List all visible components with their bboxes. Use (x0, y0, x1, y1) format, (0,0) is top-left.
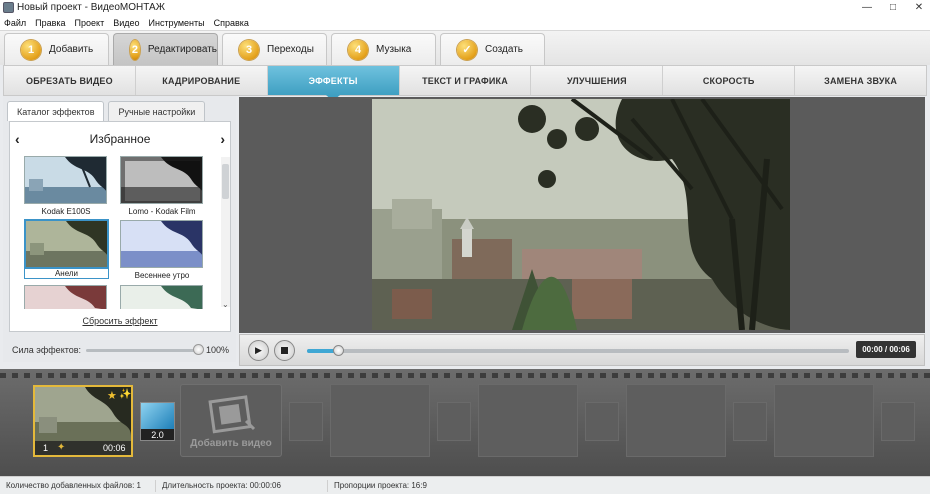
catalog-scroll-thumb[interactable] (222, 164, 229, 199)
step-number-badge: 1 (21, 39, 41, 60)
filmstrip-perforation (0, 373, 930, 378)
tab-speed[interactable]: СКОРОСТЬ (663, 66, 796, 95)
menu-edit[interactable]: Правка (35, 18, 65, 28)
tab-enhancements[interactable]: УЛУЧШЕНИЯ (531, 66, 664, 95)
star-icon: ★ (107, 390, 117, 402)
empty-clip-slot (330, 384, 430, 457)
magic-wand-icon[interactable]: ✦ (57, 442, 65, 453)
effect-label: Lomo - Kodak Film (128, 207, 196, 216)
stop-icon (281, 347, 288, 354)
status-duration: Длительность проекта: 00:00:06 (156, 479, 328, 492)
tab-effects[interactable]: ЭФФЕКТЫ (267, 66, 400, 101)
step-create[interactable]: ✓ Создать (440, 33, 545, 65)
checkmark-icon: ✓ (457, 39, 477, 60)
tab-replace-audio[interactable]: ЗАМЕНА ЗВУКА (795, 66, 926, 95)
category-nav: ‹ Избранное › (10, 130, 230, 148)
effect-label: Весеннее утро (134, 271, 190, 280)
menu-bar: Файл Правка Проект Видео Инструменты Спр… (0, 15, 930, 31)
play-button[interactable]: ▶ (248, 340, 269, 361)
effect-thumb-lomo[interactable] (120, 156, 203, 204)
empty-clip-slot (774, 384, 874, 457)
empty-transition-slot (437, 402, 471, 441)
category-title: Избранное (89, 132, 151, 146)
scroll-down-icon[interactable]: ⌄ (222, 300, 229, 309)
step-label: Музыка (376, 44, 412, 55)
effect-thumb-spring-morning[interactable] (120, 220, 203, 268)
chevron-left-icon[interactable]: ‹ (15, 131, 20, 147)
title-bar: Новый проект - ВидеоМОНТАЖ (0, 0, 930, 15)
add-video-label: Добавить видео (190, 438, 272, 449)
window-title: Новый проект - ВидеоМОНТАЖ (17, 2, 165, 13)
effect-thumb-partial[interactable] (120, 285, 203, 309)
clip-duration: 00:06 (103, 443, 126, 453)
chevron-right-icon[interactable]: › (220, 131, 225, 147)
effect-label: Kodak E100S (41, 207, 91, 216)
status-file-count: Количество добавленных файлов: 1 (0, 479, 156, 492)
menu-tools[interactable]: Инструменты (149, 18, 205, 28)
playback-time: 00:00 / 00:06 (856, 341, 916, 358)
edit-tabs: ОБРЕЗАТЬ ВИДЕО КАДРИРОВАНИЕ ЭФФЕКТЫ ТЕКС… (3, 65, 927, 101)
step-number-badge: 4 (348, 39, 368, 60)
tab-manual-settings[interactable]: Ручные настройки (108, 101, 206, 121)
effect-thumb-aneli[interactable] (24, 219, 109, 269)
step-label: Добавить (49, 44, 94, 55)
clip-number: 1 (43, 443, 49, 453)
add-video-button[interactable]: Добавить видео (180, 384, 282, 457)
transition-duration: 2.0 (151, 430, 164, 440)
reset-effect-link[interactable]: Сбросить эффект (10, 316, 230, 326)
menu-file[interactable]: Файл (4, 18, 26, 28)
step-tabs: 1 Добавить 2 Редактировать 3 Переходы 4 Музы… (0, 31, 930, 65)
status-ratio: Пропорции проекта: 16:9 (334, 481, 427, 490)
empty-transition-slot (289, 402, 323, 441)
tab-trim[interactable]: ОБРЕЗАТЬ ВИДЕО (4, 66, 136, 95)
film-icon (208, 395, 256, 434)
timeline-clip[interactable]: ★ ✨ 1 ✦ 00:06 (33, 385, 133, 457)
empty-transition-slot (881, 402, 915, 441)
step-transitions[interactable]: 3 Переходы (222, 33, 327, 65)
step-edit[interactable]: 2 Редактировать (113, 33, 218, 65)
effect-label-selected: Анели (24, 269, 109, 279)
effect-strength-knob[interactable] (193, 344, 204, 355)
empty-transition-slot (733, 402, 767, 441)
playback-track[interactable] (307, 349, 849, 353)
effect-strength-value: 100% (206, 345, 230, 355)
stop-button[interactable] (274, 340, 295, 361)
effect-thumb-partial[interactable] (24, 285, 107, 309)
menu-video[interactable]: Видео (113, 18, 139, 28)
play-icon: ▶ (255, 345, 262, 355)
step-label: Редактировать (147, 44, 217, 55)
step-music[interactable]: 4 Музыка (331, 33, 436, 65)
status-bar: Количество добавленных файлов: 1 Длитель… (0, 476, 930, 494)
step-label: Переходы (267, 44, 314, 55)
tab-crop[interactable]: КАДРИРОВАНИЕ (136, 66, 268, 95)
effect-applied-icon: ✨ (119, 389, 132, 400)
menu-project[interactable]: Проект (75, 18, 105, 28)
effect-strength-label: Сила эффектов: (12, 345, 82, 355)
tab-effect-catalog[interactable]: Каталог эффектов (7, 101, 105, 121)
menu-help[interactable]: Справка (214, 18, 249, 28)
app-icon (3, 2, 14, 13)
effect-strength-slider[interactable] (86, 349, 199, 352)
empty-clip-slot (626, 384, 726, 457)
tab-text-graphics[interactable]: ТЕКСТ И ГРАФИКА (400, 66, 532, 95)
video-frame (372, 99, 790, 330)
minimize-icon[interactable]: — (860, 2, 874, 13)
effects-panel-tabs: Каталог эффектов Ручные настройки (7, 101, 206, 121)
effect-catalog: ‹ Избранное › Kodak E100S Lomo - Kodak F… (9, 121, 231, 332)
maximize-icon[interactable]: □ (886, 2, 900, 13)
step-number-badge: 3 (239, 39, 259, 60)
playback-knob[interactable] (333, 345, 344, 356)
effect-thumb-kodak[interactable] (24, 156, 107, 204)
step-label: Создать (485, 44, 524, 55)
step-add[interactable]: 1 Добавить (4, 33, 109, 65)
step-number-badge: 2 (130, 39, 140, 60)
empty-clip-slot (478, 384, 578, 457)
transition-block[interactable]: 2.0 (140, 402, 175, 441)
transition-preview (141, 403, 174, 429)
empty-transition-slot (585, 402, 619, 441)
close-icon[interactable]: ✕ (912, 2, 926, 13)
window-controls: — □ ✕ (860, 0, 926, 15)
